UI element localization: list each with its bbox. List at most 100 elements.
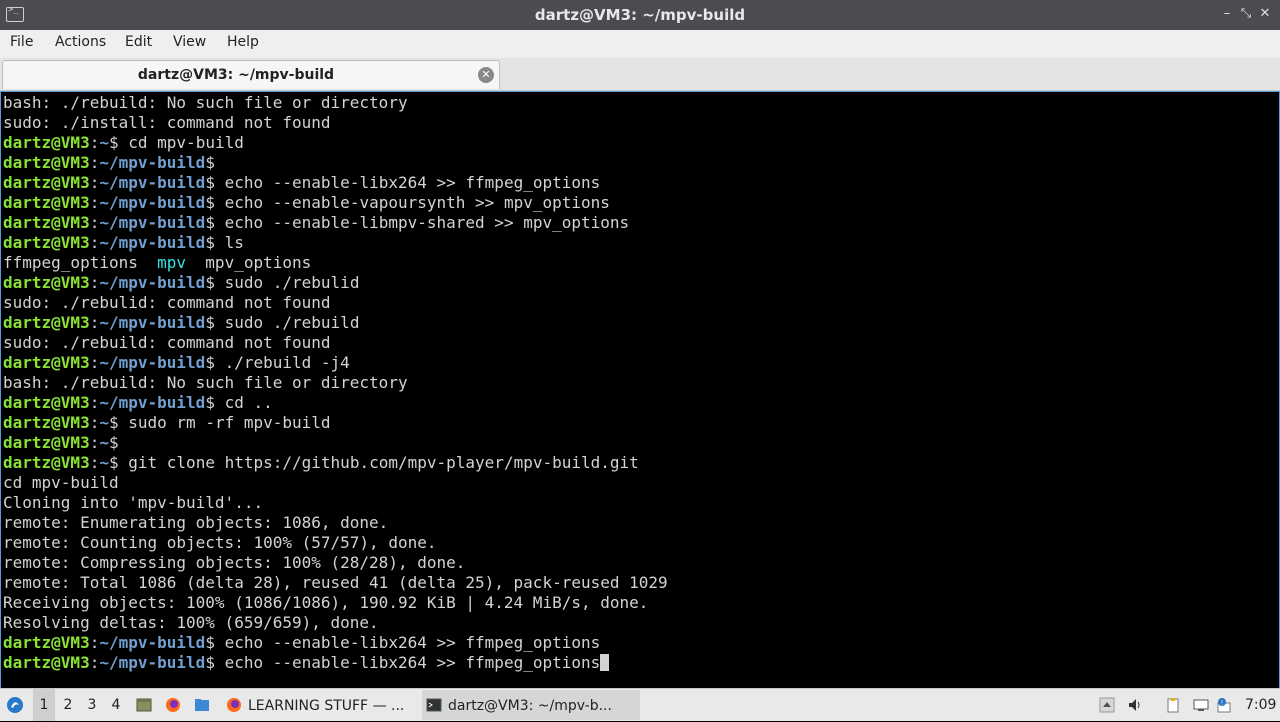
- terminal-line: remote: Total 1086 (delta 28), reused 41…: [3, 573, 668, 593]
- prompt-path: ~/mpv-build: [99, 353, 206, 372]
- prompt-path: ~/mpv-build: [99, 213, 206, 232]
- prompt-separator: :: [89, 173, 100, 192]
- tab-close-icon[interactable]: ✕: [478, 67, 494, 83]
- terminal-line: dartz@VM3:~/mpv-build$ echo --enable-lib…: [3, 213, 668, 233]
- workspace-1[interactable]: 1: [33, 689, 55, 721]
- tray-arrow-icon[interactable]: [1099, 697, 1115, 713]
- terminal-line: dartz@VM3:~$ git clone https://github.co…: [3, 453, 668, 473]
- close-icon[interactable]: ✕: [1256, 5, 1274, 23]
- prompt-symbol: $: [108, 413, 119, 432]
- workspace-3[interactable]: 3: [81, 689, 103, 721]
- output-text: remote: Enumerating objects: 1086, done.: [3, 513, 389, 532]
- prompt-path: ~/mpv-build: [99, 173, 206, 192]
- task-label: LEARNING STUFF — ...: [248, 698, 405, 714]
- terminal-line: dartz@VM3:~/mpv-build$ sudo ./rebulid: [3, 273, 668, 293]
- terminal-line: sudo: ./rebuild: command not found: [3, 333, 668, 353]
- file-manager-icon[interactable]: [194, 697, 210, 713]
- output-text: Resolving deltas: 100% (659/659), done.: [3, 613, 379, 632]
- prompt-separator: :: [89, 393, 100, 412]
- terminal-line: remote: Counting objects: 100% (57/57), …: [3, 533, 668, 553]
- menu-edit[interactable]: Edit: [125, 34, 152, 50]
- task-firefox[interactable]: LEARNING STUFF — ...: [222, 690, 438, 720]
- terminal-line: Resolving deltas: 100% (659/659), done.: [3, 613, 668, 633]
- prompt-symbol: $: [205, 153, 215, 172]
- command-text: echo --enable-vapoursynth >> mpv_options: [214, 193, 610, 212]
- prompt-separator: :: [89, 413, 100, 432]
- terminal-line: dartz@VM3:~/mpv-build$ sudo ./rebuild: [3, 313, 668, 333]
- output-text: bash: ./rebuild: No such file or directo…: [3, 373, 408, 392]
- prompt-path: ~: [99, 433, 109, 452]
- prompt-symbol: $: [108, 453, 119, 472]
- volume-icon[interactable]: [1127, 697, 1143, 713]
- prompt-symbol: $: [108, 433, 119, 452]
- prompt-path: ~/mpv-build: [99, 233, 206, 252]
- terminal-line: dartz@VM3:~/mpv-build$ ./rebuild -j4: [3, 353, 668, 373]
- terminal-output[interactable]: bash: ./rebuild: No such file or directo…: [0, 91, 1280, 689]
- window-title: dartz@VM3: ~/mpv-build: [534, 6, 746, 24]
- prompt-path: ~/mpv-build: [99, 633, 206, 652]
- menu-view[interactable]: View: [173, 34, 206, 50]
- output-text: sudo: ./install: command not found: [3, 113, 331, 132]
- prompt-user: dartz@VM3: [3, 153, 90, 172]
- terminal-line: Cloning into 'mpv-build'...: [3, 493, 668, 513]
- command-text: echo --enable-libx264 >> ffmpeg_options: [214, 633, 601, 652]
- terminal-line: dartz@VM3:~$: [3, 433, 668, 453]
- prompt-path: ~: [99, 413, 109, 432]
- terminal-line: dartz@VM3:~$ cd mpv-build: [3, 133, 668, 153]
- terminal-icon: [426, 698, 442, 712]
- svg-text:!: !: [1221, 700, 1223, 707]
- terminal-line: cd mpv-build: [3, 473, 668, 493]
- firefox-icon: [227, 698, 241, 712]
- command-text: sudo ./rebulid: [214, 273, 360, 292]
- prompt-separator: :: [89, 353, 100, 372]
- task-terminal[interactable]: dartz@VM3: ~/mpv-b...: [422, 690, 640, 720]
- prompt-separator: :: [89, 213, 100, 232]
- output-text: remote: Total 1086 (delta 28), reused 41…: [3, 573, 668, 592]
- prompt-user: dartz@VM3: [3, 633, 90, 652]
- prompt-symbol: $: [108, 133, 119, 152]
- output-text: remote: Counting objects: 100% (57/57), …: [3, 533, 437, 552]
- clipboard-icon[interactable]: [1165, 697, 1181, 713]
- minimize-icon[interactable]: –: [1218, 5, 1236, 23]
- menu-file[interactable]: File: [10, 34, 33, 50]
- prompt-separator: :: [89, 153, 100, 172]
- prompt-user: dartz@VM3: [3, 393, 90, 412]
- prompt-separator: :: [89, 193, 100, 212]
- notification-icon[interactable]: !: [1216, 697, 1232, 713]
- terminal-line: remote: Compressing objects: 100% (28/28…: [3, 553, 668, 573]
- firefox-launcher-icon[interactable]: [165, 697, 181, 713]
- prompt-symbol: $: [205, 213, 215, 232]
- menu-actions[interactable]: Actions: [55, 34, 106, 50]
- terminal-line: dartz@VM3:~/mpv-build$ cd ..: [3, 393, 668, 413]
- start-menu-icon[interactable]: [6, 696, 24, 714]
- prompt-path: ~/mpv-build: [99, 313, 206, 332]
- menu-help[interactable]: Help: [227, 34, 259, 50]
- prompt-symbol: $: [205, 273, 215, 292]
- network-icon[interactable]: [1193, 697, 1209, 713]
- terminal-line: Receiving objects: 100% (1086/1086), 190…: [3, 593, 668, 613]
- maximize-icon[interactable]: ⤡: [1237, 5, 1255, 23]
- output-text: Receiving objects: 100% (1086/1086), 190…: [3, 593, 649, 612]
- prompt-user: dartz@VM3: [3, 273, 90, 292]
- prompt-separator: :: [89, 633, 100, 652]
- tabbar: dartz@VM3: ~/mpv-build ✕: [0, 58, 1280, 91]
- command-text: sudo rm -rf mpv-build: [118, 413, 331, 432]
- command-text: ./rebuild -j4: [214, 353, 350, 372]
- show-desktop-icon[interactable]: [136, 697, 152, 713]
- output-text: sudo: ./rebulid: command not found: [3, 293, 331, 312]
- window-titlebar[interactable]: dartz@VM3: ~/mpv-build – ⤡ ✕: [0, 0, 1280, 30]
- clock[interactable]: 7:09: [1245, 689, 1276, 721]
- workspace-4[interactable]: 4: [105, 689, 127, 721]
- terminal-tab[interactable]: dartz@VM3: ~/mpv-build ✕: [2, 60, 500, 89]
- terminal-line: bash: ./rebuild: No such file or directo…: [3, 93, 668, 113]
- taskbar: 1234 LEARNING STUFF — ... dartz@VM3: ~/m…: [0, 688, 1280, 721]
- file-entry: ffmpeg_options: [3, 253, 158, 272]
- command-text: echo --enable-libmpv-shared >> mpv_optio…: [214, 213, 630, 232]
- output-text: bash: ./rebuild: No such file or directo…: [3, 93, 408, 112]
- workspace-2[interactable]: 2: [57, 689, 79, 721]
- prompt-user: dartz@VM3: [3, 313, 90, 332]
- command-text: sudo ./rebuild: [214, 313, 360, 332]
- prompt-symbol: $: [205, 173, 215, 192]
- prompt-separator: :: [89, 453, 100, 472]
- prompt-user: dartz@VM3: [3, 133, 90, 152]
